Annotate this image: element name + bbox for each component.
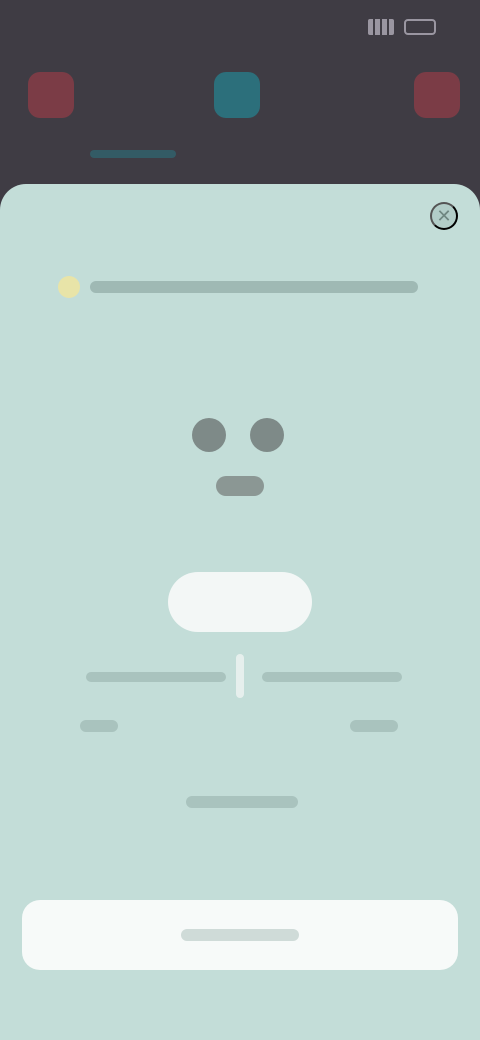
notice-banner (58, 272, 418, 302)
battery-icon (404, 19, 436, 35)
status-icons (368, 18, 440, 36)
close-button[interactable]: ✕ (430, 202, 458, 230)
primary-button[interactable] (22, 900, 458, 970)
close-icon: ✕ (436, 206, 452, 226)
hero-eye-left (192, 418, 226, 452)
stat-left (80, 672, 226, 732)
notice-text (90, 281, 418, 293)
app-icon (414, 72, 460, 118)
stat-title (262, 672, 402, 682)
hero-mouth (216, 476, 264, 496)
primary-button-label (181, 929, 299, 941)
app-icon (28, 72, 74, 118)
bottom-sheet: ✕ (0, 184, 480, 1040)
stat-title (86, 672, 226, 682)
stat-right (262, 672, 402, 732)
app-icon (214, 72, 260, 118)
hint-text (186, 796, 298, 808)
hero-eye-right (250, 418, 284, 452)
face-icon (180, 410, 300, 510)
signal-icon (368, 19, 394, 35)
info-dot-icon (58, 276, 80, 298)
background-app (0, 0, 480, 200)
active-tab-indicator (90, 150, 176, 158)
pill-button[interactable] (168, 572, 312, 632)
background-app-icons (0, 72, 480, 132)
stat-value (80, 720, 118, 732)
vertical-divider (236, 654, 244, 698)
status-bar (0, 0, 480, 56)
stat-value (350, 720, 398, 732)
